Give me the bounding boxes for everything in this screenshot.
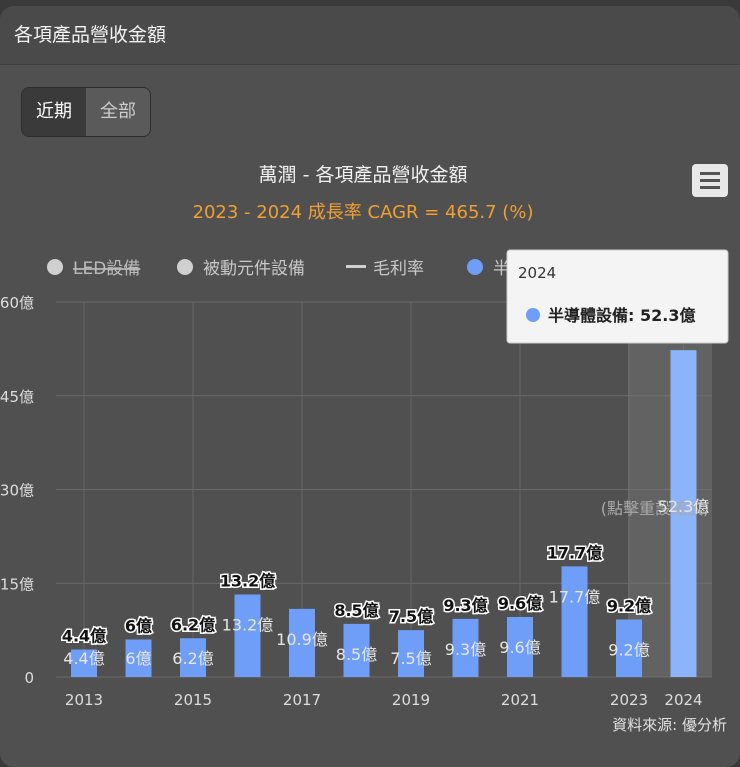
value-label: 17.7億: [547, 543, 602, 562]
y-tick-label: 30億: [0, 482, 34, 500]
legend-label: 被動元件設備: [203, 259, 305, 279]
inner-label: 17.7億: [549, 587, 601, 606]
value-label: 8.5億: [334, 601, 378, 620]
line-marker-icon: [346, 265, 366, 268]
inner-label: 52.3億: [658, 497, 710, 516]
hamburger-menu-icon[interactable]: [692, 164, 728, 197]
inner-label: 7.5億: [390, 649, 431, 668]
tooltip-marker: [526, 308, 540, 322]
x-tick-label: 2013: [65, 691, 103, 709]
x-tick-label: 2023: [610, 691, 648, 709]
legend-marker-icon: [177, 259, 193, 275]
legend-item[interactable]: 被動元件設備: [177, 259, 305, 279]
bar[interactable]: [234, 594, 261, 678]
y-tick-label: 0: [24, 669, 34, 687]
y-tick-label: 15億: [0, 575, 34, 593]
legend-marker-icon: [467, 259, 483, 275]
inner-label: 6億: [125, 649, 151, 668]
tooltip: 2024 半導體設備: 52.3億: [506, 249, 729, 344]
x-tick-label: 2019: [392, 691, 430, 709]
inner-label: 10.9億: [276, 630, 328, 649]
value-label: 9.6億: [498, 594, 542, 613]
value-label: 7.5億: [389, 607, 433, 626]
legend-item[interactable]: 毛利率: [346, 259, 424, 279]
value-label: 6億: [125, 617, 152, 636]
legend-item[interactable]: LED設備: [47, 259, 140, 279]
y-tick-label: 60億: [0, 294, 34, 312]
inner-label: 4.4億: [63, 649, 104, 668]
inner-label: 9.6億: [499, 638, 540, 657]
value-label: 4.4億: [62, 627, 106, 646]
value-label: 6.2億: [171, 615, 215, 634]
inner-label: 6.2億: [172, 649, 213, 668]
value-label: 9.2億: [607, 597, 651, 616]
y-tick-label: 45億: [0, 388, 34, 406]
x-tick-label: 2017: [283, 691, 321, 709]
tooltip-series: 半導體設備: 52.3億: [548, 306, 695, 325]
x-tick-label: 2015: [174, 691, 212, 709]
inner-label: 9.3億: [445, 640, 486, 659]
legend-label: LED設備: [73, 259, 140, 279]
revenue-chart: 萬潤 - 各項產品營收金額 2023 - 2024 成長率 CAGR = 465…: [0, 164, 729, 734]
inner-label: 8.5億: [336, 645, 377, 664]
inner-label: 13.2億: [222, 616, 274, 635]
value-label: 13.2億: [220, 572, 275, 591]
chart-title: 萬潤 - 各項產品營收金額: [259, 164, 468, 186]
tooltip-title: 2024: [518, 264, 556, 282]
source-credit: 資料來源: 優分析: [612, 716, 727, 734]
x-tick-label: 2021: [501, 691, 539, 709]
value-label: 9.3億: [443, 596, 487, 615]
bar[interactable]: [561, 566, 588, 677]
legend-label: 毛利率: [373, 259, 424, 279]
chart-subtitle: 2023 - 2024 成長率 CAGR = 465.7 (%): [193, 202, 534, 223]
inner-label: 9.2億: [608, 641, 649, 660]
x-tick-label: 2024: [664, 691, 702, 709]
legend-marker-icon: [47, 259, 63, 275]
